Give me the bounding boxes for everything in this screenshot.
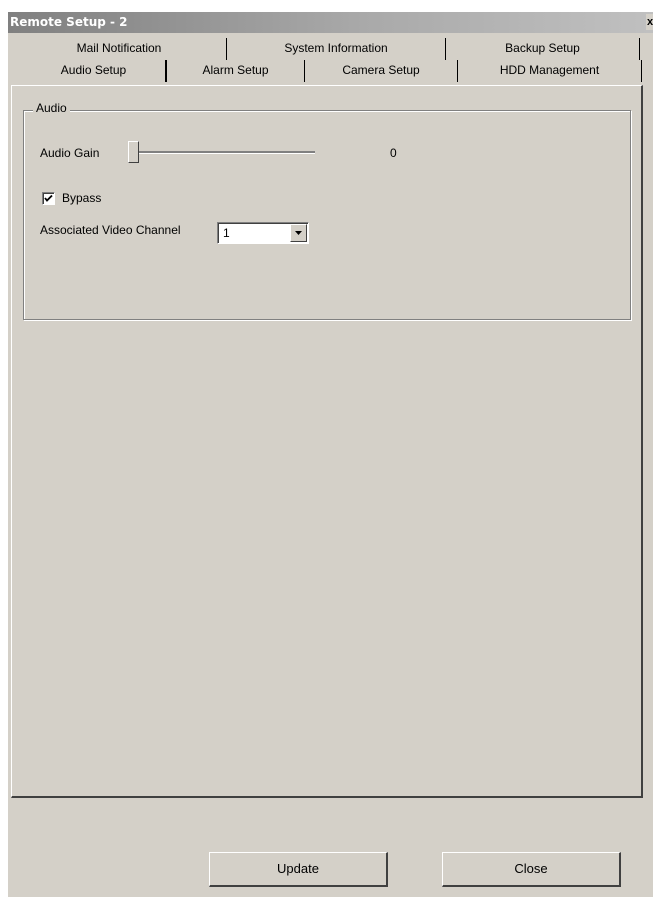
associated-video-channel-value: 1 (223, 226, 230, 240)
window-close-button[interactable]: x (646, 14, 653, 30)
audio-gain-label: Audio Gain (40, 146, 100, 160)
tab-mail-notification[interactable]: Mail Notification (12, 38, 227, 60)
window-title: Remote Setup - 2 (10, 15, 128, 29)
audio-groupbox (23, 110, 631, 320)
dropdown-button[interactable] (290, 224, 307, 242)
bypass-label: Bypass (62, 191, 102, 205)
audio-gain-slider-thumb[interactable] (128, 141, 139, 163)
associated-video-channel-label: Associated Video Channel (40, 223, 181, 237)
audio-gain-slider-track[interactable] (137, 151, 315, 154)
tab-hdd-management[interactable]: HDD Management (458, 60, 642, 82)
audio-gain-value: 0 (390, 146, 397, 160)
bypass-checkbox[interactable] (42, 192, 55, 205)
tab-system-information[interactable]: System Information (227, 38, 446, 60)
tab-backup-setup[interactable]: Backup Setup (446, 38, 640, 60)
audio-group-legend: Audio (33, 101, 70, 115)
check-icon (44, 194, 53, 202)
tab-camera-setup[interactable]: Camera Setup (305, 60, 458, 82)
tab-alarm-setup[interactable]: Alarm Setup (167, 60, 305, 82)
associated-video-channel-select[interactable]: 1 (217, 222, 309, 244)
close-button[interactable]: Close (442, 852, 621, 887)
tab-audio-setup[interactable]: Audio Setup (22, 60, 167, 82)
chevron-down-icon (295, 231, 302, 235)
title-bar[interactable]: Remote Setup - 2 x (8, 12, 653, 33)
close-icon: x (647, 16, 653, 28)
update-button[interactable]: Update (209, 852, 388, 887)
